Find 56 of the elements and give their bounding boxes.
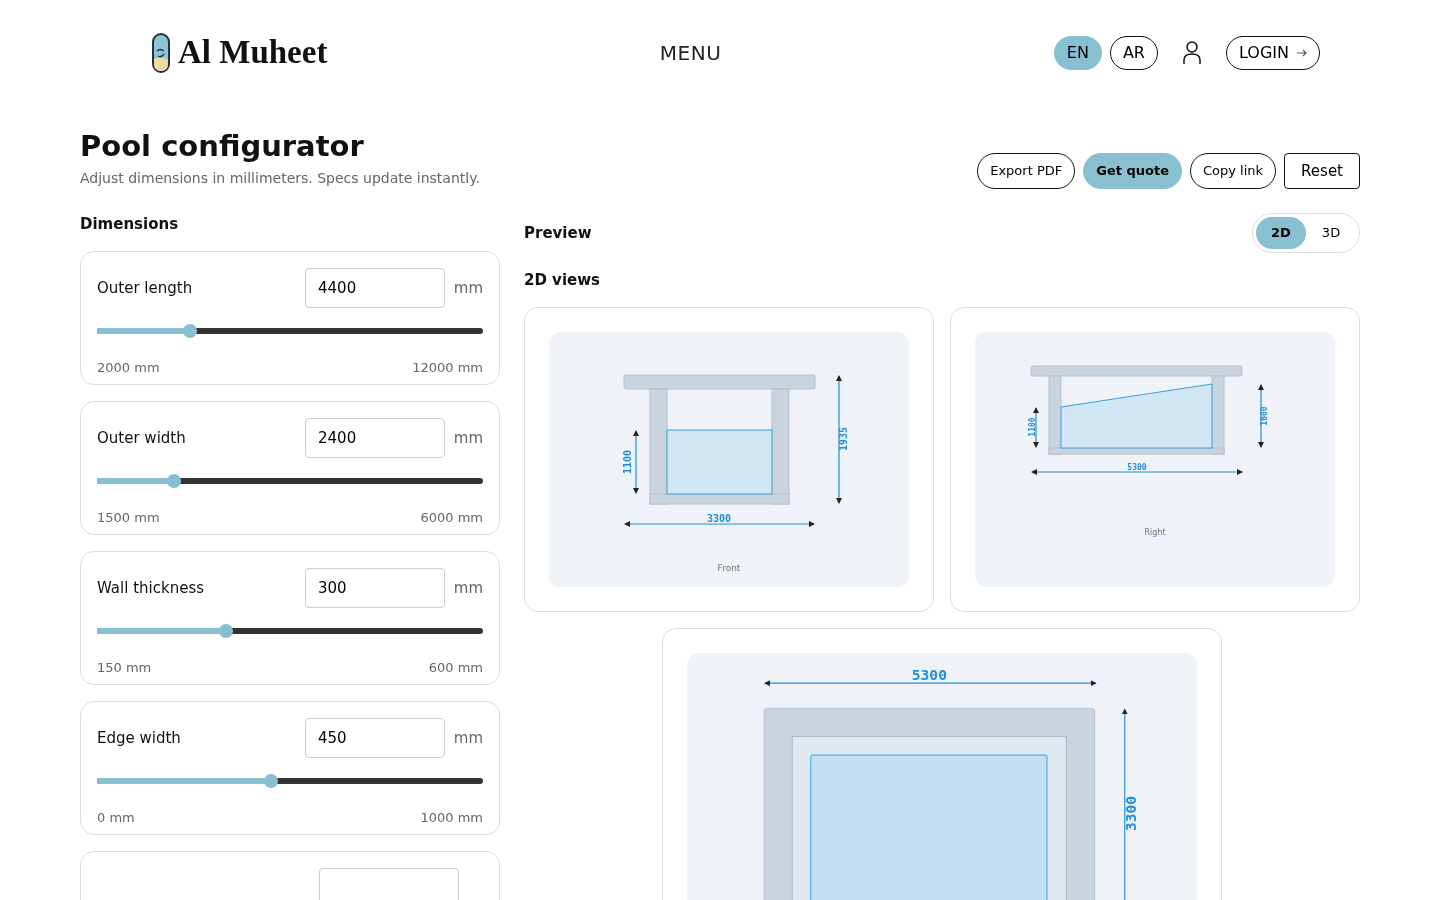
dimension-label: 1600 — [1260, 406, 1269, 426]
language-button[interactable]: EN — [1053, 35, 1102, 70]
slider-thumb[interactable] — [218, 624, 233, 639]
range-max: 1000 mm — [420, 809, 483, 828]
view-tab[interactable]: 3D — [1306, 216, 1356, 249]
range-min: 0 mm — [97, 809, 135, 828]
logo-icon — [152, 32, 170, 73]
number-input[interactable]: 4400 — [305, 268, 445, 309]
user-icon[interactable] — [1181, 40, 1202, 65]
unit-label: mm — [453, 278, 483, 300]
field-label: Outer width — [97, 428, 187, 450]
slider-thumb[interactable] — [167, 474, 182, 489]
field-label: Edge width — [97, 728, 182, 750]
action-button[interactable]: Export PDF — [977, 152, 1076, 189]
range-max: 6000 mm — [420, 509, 483, 528]
dimension-line — [633, 430, 639, 495]
login-button[interactable]: LOGIN — [1225, 35, 1320, 70]
unit-label: mm — [453, 728, 483, 750]
range-min: 150 mm — [97, 659, 152, 678]
range-min: 2000 mm — [97, 359, 160, 378]
dimension-label: 1100 — [622, 450, 633, 475]
range-min: 1500 mm — [97, 509, 160, 528]
dimension-label: 1935 — [838, 427, 849, 452]
number-input[interactable]: 300 — [305, 568, 445, 609]
field-label: Outer length — [97, 278, 194, 300]
page-title: Pool configurator — [80, 129, 365, 164]
number-input[interactable]: 2400 — [305, 418, 445, 459]
unit-label: mm — [453, 428, 483, 450]
section-heading: Dimensions — [80, 213, 180, 235]
number-input[interactable] — [319, 868, 459, 900]
slider-thumb[interactable] — [263, 774, 278, 789]
brand-name[interactable]: Al Muheet — [178, 36, 328, 69]
language-button[interactable]: AR — [1109, 35, 1158, 70]
range-max: 12000 mm — [412, 359, 483, 378]
view-caption: Front — [717, 563, 741, 574]
slider-thumb[interactable] — [182, 324, 197, 339]
page-subtitle: Adjust dimensions in millimeters. Specs update instantly. — [80, 168, 480, 188]
unit-label: mm — [453, 578, 483, 600]
field-label: Wall thickness — [97, 578, 206, 600]
dimension-line — [1033, 407, 1039, 449]
dimension-label: 1100 — [1028, 417, 1037, 437]
action-button[interactable]: Copy link — [1190, 152, 1277, 189]
number-input[interactable]: 450 — [305, 718, 445, 759]
menu-link[interactable]: MENU — [659, 37, 722, 68]
view-caption: Right — [1144, 528, 1166, 538]
action-button[interactable]: Get quote — [1083, 152, 1182, 189]
dimension-label: 5300 — [1127, 463, 1147, 473]
dimension-label: 3300 — [1122, 796, 1140, 832]
dimension-label: 3300 — [706, 513, 732, 525]
dimension-label: 5300 — [911, 666, 947, 684]
action-button[interactable]: Reset — [1284, 152, 1360, 189]
section-heading: 2D views — [524, 269, 601, 291]
view-tab[interactable]: 2D — [1256, 216, 1306, 249]
section-heading: Preview — [524, 222, 592, 244]
range-max: 600 mm — [428, 659, 483, 678]
arrow-icon — [1297, 48, 1307, 57]
